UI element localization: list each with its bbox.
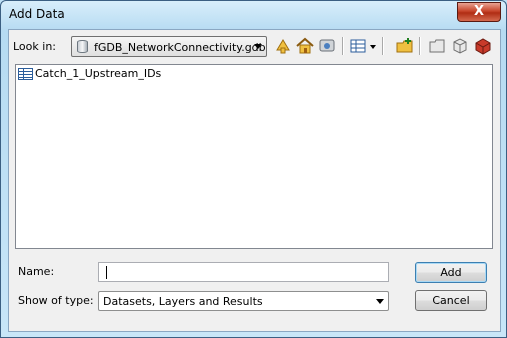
properties-icon[interactable] (450, 36, 470, 56)
connect-folder-icon[interactable] (317, 36, 337, 56)
cancel-button[interactable]: Cancel (415, 290, 487, 311)
show-of-type-value: Datasets, Layers and Results (103, 295, 263, 308)
dialog-client: Look in: fGDB_NetworkConnectivity.gdb Ca… (8, 29, 501, 332)
toolbar-separator (342, 37, 344, 55)
add-button[interactable]: Add (415, 262, 487, 283)
list-item-label: Catch_1_Upstream_IDs (35, 67, 162, 80)
toolbar-separator (419, 37, 421, 55)
geodatabase-icon (77, 40, 88, 53)
name-label: Name: (18, 265, 55, 278)
toolbar-separator (382, 37, 384, 55)
file-list[interactable]: Catch_1_Upstream_IDs (15, 64, 493, 249)
show-of-type-dropdown[interactable]: Datasets, Layers and Results (98, 291, 389, 311)
look-in-value: fGDB_NetworkConnectivity.gdb (94, 41, 266, 54)
new-folder-icon[interactable] (395, 36, 415, 56)
home-icon[interactable] (295, 36, 315, 56)
chevron-down-icon (376, 299, 384, 304)
text-caret (106, 266, 107, 279)
chevron-down-icon (254, 44, 262, 49)
name-input[interactable] (98, 262, 389, 282)
show-of-type-label: Show of type: (18, 294, 94, 307)
list-item[interactable]: Catch_1_Upstream_IDs (18, 67, 161, 80)
close-button[interactable]: X (457, 2, 501, 22)
toolbox-icon[interactable] (473, 36, 493, 56)
table-icon (18, 67, 33, 80)
window-title: Add Data (9, 7, 65, 21)
up-one-level-icon[interactable] (273, 36, 293, 56)
view-list-icon[interactable] (349, 36, 377, 56)
look-in-dropdown[interactable]: fGDB_NetworkConnectivity.gdb (71, 36, 267, 57)
add-data-dialog: Add Data X Look in: fGDB_NetworkConnecti… (0, 0, 507, 338)
folder-icon[interactable] (427, 36, 447, 56)
look-in-label: Look in: (13, 40, 56, 53)
